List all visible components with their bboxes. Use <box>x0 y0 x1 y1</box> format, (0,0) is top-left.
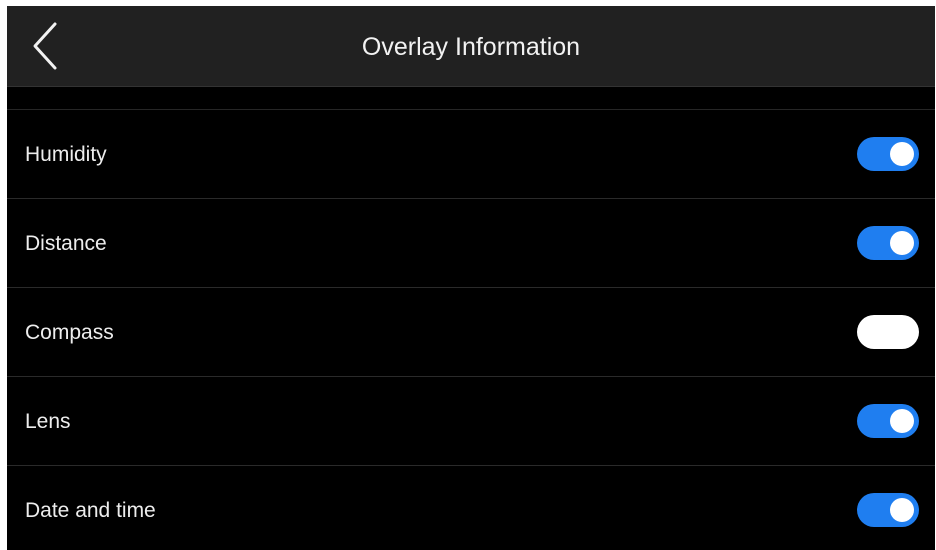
toggle-knob <box>890 142 914 166</box>
setting-label: Humidity <box>25 143 107 166</box>
setting-label: Compass <box>25 321 114 344</box>
humidity-toggle[interactable] <box>857 137 919 171</box>
list-spacer <box>7 87 935 110</box>
setting-row-compass: Compass <box>7 288 935 377</box>
lens-toggle[interactable] <box>857 404 919 438</box>
setting-row-lens: Lens <box>7 377 935 466</box>
settings-list: Humidity Distance Compass Lens Date and … <box>7 110 935 550</box>
overlay-information-screen: Overlay Information Humidity Distance Co… <box>7 6 935 550</box>
setting-row-date-and-time: Date and time <box>7 466 935 550</box>
setting-row-humidity: Humidity <box>7 110 935 199</box>
distance-toggle[interactable] <box>857 226 919 260</box>
toggle-knob <box>862 320 886 344</box>
compass-toggle[interactable] <box>857 315 919 349</box>
setting-label: Distance <box>25 232 107 255</box>
header-bar: Overlay Information <box>7 6 935 87</box>
page-title: Overlay Information <box>361 33 581 61</box>
setting-row-distance: Distance <box>7 199 935 288</box>
toggle-knob <box>890 498 914 522</box>
setting-label: Date and time <box>25 499 156 522</box>
back-button[interactable] <box>25 20 69 72</box>
toggle-knob <box>890 409 914 433</box>
setting-label: Lens <box>25 410 71 433</box>
chevron-left-icon <box>33 22 57 70</box>
toggle-knob <box>890 231 914 255</box>
date-and-time-toggle[interactable] <box>857 493 919 527</box>
